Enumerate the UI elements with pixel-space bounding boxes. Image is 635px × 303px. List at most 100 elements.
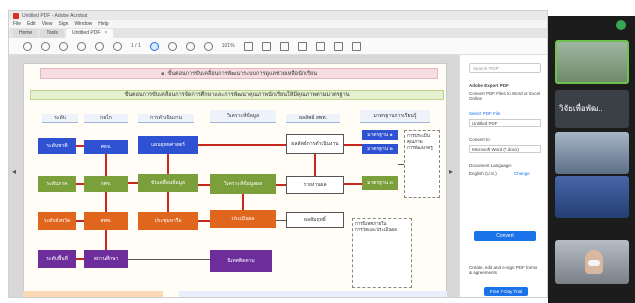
free-trial-button[interactable]: Free 7-Day Trial xyxy=(484,287,528,296)
menu-edit[interactable]: Edit xyxy=(27,21,36,27)
connector xyxy=(276,184,286,186)
close-icon[interactable]: × xyxy=(104,30,107,36)
connector xyxy=(76,183,84,185)
menu-file[interactable]: File xyxy=(13,21,21,27)
language-change-link[interactable]: Change xyxy=(514,171,530,176)
language-label: Document Language: xyxy=(469,163,513,168)
page-indicator[interactable]: 1 / 1 xyxy=(131,43,141,49)
menu-window[interactable]: Window xyxy=(74,21,92,27)
page-footer-right xyxy=(179,291,447,297)
connector xyxy=(198,144,286,146)
note-line: การวัดและประเมินผล xyxy=(355,227,397,232)
highlight-icon[interactable] xyxy=(279,41,289,51)
export-desc: Convert PDF Files to Word or Excel Onlin… xyxy=(469,91,541,101)
upload-icon[interactable] xyxy=(77,41,86,51)
connector xyxy=(167,192,169,212)
level-national: ระดับชาติ xyxy=(38,138,76,154)
process-4: นิเทศติดตาม xyxy=(210,250,272,272)
note-process: การนิเทศภายใน การวัดและประเมินผล xyxy=(352,218,412,288)
level-region: ระดับภาค xyxy=(38,176,76,192)
connector xyxy=(344,144,362,146)
connector xyxy=(276,220,286,221)
toolbar: 1 / 1 101% xyxy=(9,38,547,55)
tab-tools[interactable]: Tools xyxy=(40,29,65,38)
export-title: Adobe Export PDF xyxy=(469,83,509,88)
menu-bar: File Edit View Sign Window Help xyxy=(9,20,547,28)
connector xyxy=(76,220,84,222)
header-level: ระดับ xyxy=(42,114,78,123)
window-title: Untitled PDF - Adobe Acrobat xyxy=(22,12,88,19)
mechanism-4: สถานศึกษา xyxy=(84,250,128,268)
convert-button[interactable]: Convert xyxy=(474,231,536,241)
result-1: ผลลัพธ์การดำเนินงาน xyxy=(286,134,344,154)
result-3: ผลสัมฤทธิ์ xyxy=(286,212,344,228)
level-province: ระดับจังหวัด xyxy=(38,212,76,230)
participant-tile[interactable] xyxy=(555,240,629,284)
page-footer-left xyxy=(23,291,163,297)
header-result: ผลลัพธ์ สพท. xyxy=(286,114,340,123)
format-select[interactable]: Microsoft Word (*.docx) xyxy=(469,145,541,153)
analysis-2: ประเมินผล xyxy=(210,210,276,228)
note-line: การประเมินคุณภาพ xyxy=(407,133,430,144)
stamp-icon[interactable] xyxy=(351,41,361,51)
zoom-level[interactable]: 101% xyxy=(222,43,235,49)
select-file-label: Select PDF File xyxy=(469,111,501,116)
tools-panel: Search 'PDF' Adobe Export PDF Convert PD… xyxy=(459,55,547,297)
participant-name: วิจัยเพื่อพัฒ.. xyxy=(559,104,603,113)
menu-sign[interactable]: Sign xyxy=(58,21,68,27)
connector xyxy=(398,164,404,165)
sign-icon[interactable] xyxy=(333,41,343,51)
participant-tile[interactable]: วิจัยเพื่อพัฒ.. xyxy=(555,90,629,128)
prev-page-icon[interactable]: ◂ xyxy=(12,167,16,176)
header-process: การดำเนินงาน xyxy=(138,114,194,123)
eraser-icon[interactable] xyxy=(315,41,325,51)
language-value: English (U.S.) xyxy=(469,171,497,176)
connector xyxy=(76,145,84,147)
fit-page-icon[interactable] xyxy=(243,41,253,51)
header-mechanism: กลไก xyxy=(84,114,128,123)
standard-3: มาตรฐาน ๓ xyxy=(362,176,398,190)
connector xyxy=(128,259,210,260)
mechanism-1: ศธจ. xyxy=(84,140,128,154)
connector xyxy=(314,154,316,176)
standard-2: มาตรฐาน ๒ xyxy=(362,144,398,154)
page-down-icon[interactable] xyxy=(113,41,122,51)
acrobat-window: Untitled PDF - Adobe Acrobat File Edit V… xyxy=(8,10,548,298)
search-icon[interactable] xyxy=(59,41,68,51)
analysis-1: วิเคราะห์ข้อมูลผล xyxy=(210,174,276,194)
comment-icon[interactable] xyxy=(261,41,271,51)
zoom-in-icon[interactable] xyxy=(203,41,213,51)
meeting-sidebar: วิจัยเพื่อพัฒ.. xyxy=(548,16,635,303)
mechanism-2: กศจ. xyxy=(84,176,128,192)
banner-top: ๑. ขั้นตอนการขับเคลื่อนการพัฒนาระบบการดู… xyxy=(40,68,438,79)
file-select[interactable]: Untitled PDF xyxy=(469,119,541,127)
tab-home[interactable]: Home xyxy=(13,29,39,38)
hand-icon[interactable] xyxy=(167,41,177,51)
connector xyxy=(105,230,107,250)
save-icon[interactable] xyxy=(23,41,32,51)
participant-tile[interactable] xyxy=(555,40,629,84)
page-up-icon[interactable] xyxy=(95,41,104,51)
header-analysis: วิเคราะห์ข้อมูล xyxy=(210,110,276,123)
convert-to-label: Convert to xyxy=(469,137,490,142)
next-page-icon[interactable]: ▸ xyxy=(449,167,453,176)
connector xyxy=(167,154,169,174)
tab-document-label: Untitled PDF xyxy=(72,30,101,36)
banner-sub: ขั้นตอนการขับเคลื่อนการจัดการศึกษาและการ… xyxy=(30,90,444,100)
connector xyxy=(344,183,362,185)
menu-view[interactable]: View xyxy=(42,21,53,27)
menu-help[interactable]: Help xyxy=(98,21,108,27)
level-area: ระดับพื้นที่ xyxy=(38,250,76,268)
connector xyxy=(198,220,210,222)
connector xyxy=(128,182,138,184)
search-tools-input[interactable]: Search 'PDF' xyxy=(469,63,541,73)
print-icon[interactable] xyxy=(41,41,50,51)
participant-tile[interactable] xyxy=(555,132,629,174)
tab-document[interactable]: Untitled PDF × xyxy=(66,29,114,38)
zoom-out-icon[interactable] xyxy=(185,41,195,51)
cursor-icon[interactable] xyxy=(149,41,159,51)
connector xyxy=(76,258,84,260)
participant-tile[interactable] xyxy=(555,176,629,218)
document-viewer[interactable]: ◂ ▸ ๑. ขั้นตอนการขับเคลื่อนการพัฒนาระบบก… xyxy=(9,55,459,297)
pen-icon[interactable] xyxy=(297,41,307,51)
